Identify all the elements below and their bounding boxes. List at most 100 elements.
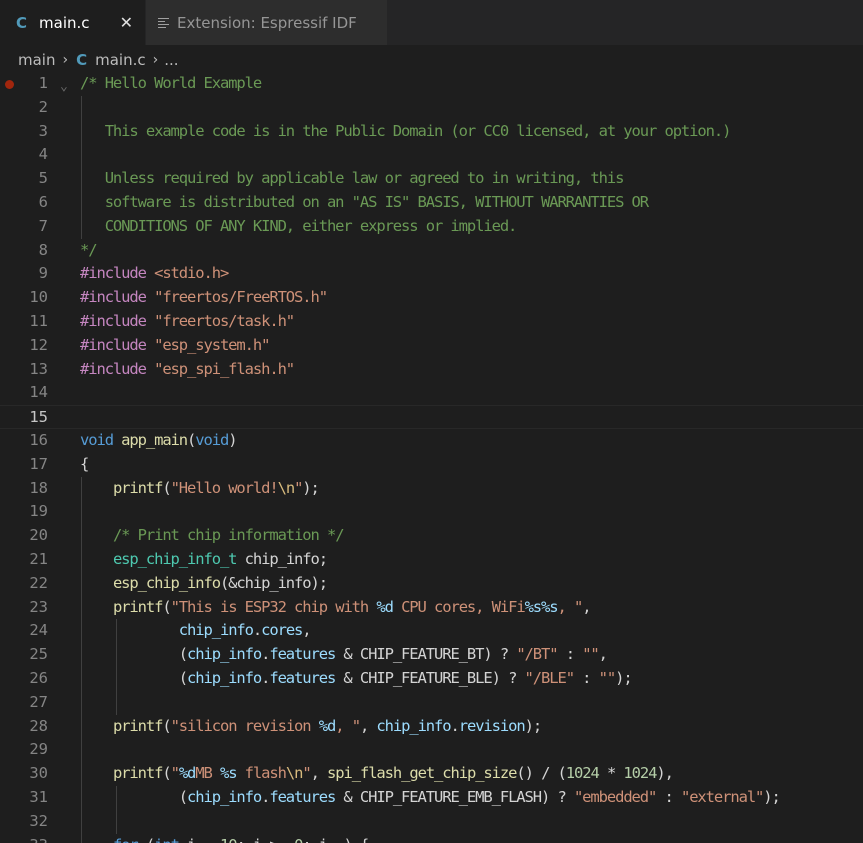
line-number: 22 (29, 573, 48, 592)
code-line[interactable]: 30 printf("%dMB %s flash\n", spi_flash_g… (0, 762, 863, 786)
code-line[interactable]: 15 (0, 405, 863, 429)
tab-label: main.c (39, 13, 90, 32)
code-text: { (80, 454, 89, 473)
tab-extension-espressif-idf[interactable]: Extension: Espressif IDF (146, 0, 388, 45)
line-number: 5 (38, 169, 48, 188)
indent-guide (116, 786, 117, 834)
code-text: CONDITIONS OF ANY KIND, either express o… (80, 216, 518, 235)
code-line[interactable]: 17 { (0, 453, 863, 477)
c-file-icon: C (16, 13, 28, 32)
code-line[interactable]: 6 software is distributed on an "AS IS" … (0, 191, 863, 215)
code-text: #include "esp_system.h" (80, 335, 270, 354)
code-text: (chip_info.features & CHIP_FEATURE_EMB_F… (80, 788, 781, 806)
code-line[interactable]: 27 (0, 691, 863, 715)
line-number: 15 (29, 408, 48, 427)
line-number: 8 (38, 240, 48, 259)
code-line[interactable]: 26 (chip_info.features & CHIP_FEATURE_BL… (0, 667, 863, 691)
tab-main-c[interactable]: C main.c ✕ (0, 0, 146, 45)
line-number: 6 (38, 193, 48, 211)
code-line[interactable]: 31 (chip_info.features & CHIP_FEATURE_EM… (0, 786, 863, 810)
line-number: 33 (0, 834, 48, 843)
line-number: 27 (29, 692, 48, 711)
breadcrumb: main › C main.c › ... (0, 46, 863, 73)
code-text: (chip_info.features & CHIP_FEATURE_BLE) … (80, 669, 633, 687)
line-number: 21 (29, 550, 48, 568)
code-line[interactable]: 12 #include "esp_system.h" (0, 334, 863, 358)
code-line[interactable]: 9 #include <stdio.h> (0, 262, 863, 286)
code-text: printf("%dMB %s flash\n", spi_flash_get_… (112, 764, 674, 783)
code-text: software is distributed on an "AS IS" BA… (80, 193, 649, 211)
code-line[interactable]: 4 (0, 143, 863, 167)
code-line[interactable]: 11 #include "freertos/task.h" (0, 310, 863, 334)
line-number: 32 (29, 811, 48, 830)
line-number: 18 (29, 478, 48, 497)
code-line[interactable]: 7 CONDITIONS OF ANY KIND, either express… (0, 215, 863, 239)
chevron-right-icon: › (152, 51, 159, 68)
indent-guide (81, 95, 82, 239)
line-number: 13 (29, 359, 48, 378)
chevron-right-icon: › (62, 51, 69, 68)
code-line[interactable]: 19 (0, 500, 863, 524)
line-number: 14 (29, 383, 48, 402)
code-text: chip_info.cores, (178, 621, 312, 640)
code-line[interactable]: 5 Unless required by applicable law or a… (0, 167, 863, 191)
line-number: 7 (38, 216, 48, 235)
line-number: 17 (29, 454, 48, 473)
line-number: 26 (29, 669, 48, 687)
breadcrumb-more[interactable]: ... (164, 51, 178, 69)
code-line[interactable]: 14 (0, 381, 863, 405)
line-number: 29 (29, 740, 48, 759)
line-number: 3 (38, 121, 48, 140)
code-line[interactable]: 24 chip_info.cores, (0, 619, 863, 643)
line-number: 12 (29, 335, 48, 354)
code-line[interactable]: 10 #include "freertos/FreeRTOS.h" (0, 286, 863, 310)
code-line[interactable]: 18 printf("Hello world!\n"); (0, 477, 863, 501)
code-text: */ (80, 240, 98, 259)
code-editor[interactable]: ⌄ 1/* Hello World Example 2 3 This example … (0, 72, 863, 843)
code-line[interactable]: 3 This example code is in the Public Dom… (0, 120, 863, 144)
code-line[interactable]: 23 printf("This is ESP32 chip with %d CP… (0, 596, 863, 620)
line-number: 16 (29, 431, 48, 449)
tab-label: Extension: Espressif IDF (177, 13, 357, 32)
code-text: Unless required by applicable law or agr… (80, 169, 625, 188)
code-line[interactable]: 25 (chip_info.features & CHIP_FEATURE_BT… (0, 643, 863, 667)
breadcrumb-file[interactable]: main.c (95, 51, 146, 69)
code-text: #include "freertos/task.h" (80, 312, 295, 330)
line-number: 9 (38, 264, 48, 283)
line-number: 24 (29, 621, 48, 640)
line-number: 20 (29, 526, 48, 545)
line-number: 31 (29, 788, 48, 806)
code-line[interactable]: 32 (0, 810, 863, 834)
code-line[interactable]: 33 for (int i = 10; i >= 0; i--) { (0, 834, 863, 843)
code-line[interactable]: 13 #include "esp_spi_flash.h" (0, 358, 863, 382)
preview-icon (158, 16, 169, 30)
line-number: 28 (29, 716, 48, 735)
line-number: 1 (38, 74, 48, 92)
tab-bar: C main.c ✕ Extension: Espressif IDF (0, 0, 863, 45)
code-line[interactable]: 29 (0, 738, 863, 762)
code-line[interactable]: ⌄ 1/* Hello World Example (0, 72, 863, 96)
code-text: esp_chip_info(&chip_info); (112, 573, 328, 592)
code-text: printf("This is ESP32 chip with %d CPU c… (112, 597, 592, 616)
breadcrumb-folder[interactable]: main (18, 51, 55, 69)
line-number: 25 (29, 645, 48, 664)
line-number: 4 (38, 145, 48, 164)
code-line[interactable]: 28 printf("silicon revision %d, ", chip_… (0, 715, 863, 739)
code-line[interactable]: 21 esp_chip_info_t chip_info; (0, 548, 863, 572)
code-line[interactable]: 16 void app_main(void) (0, 429, 863, 453)
c-file-icon: C (76, 50, 88, 69)
line-number: 10 (29, 288, 48, 307)
code-text: #include "freertos/FreeRTOS.h" (80, 288, 328, 307)
code-line[interactable]: 20 /* Print chip information */ (0, 524, 863, 548)
code-text: for (int i = 10; i >= 0; i--) { (80, 834, 369, 843)
code-text: esp_chip_info_t chip_info; (112, 550, 328, 568)
line-number: 2 (38, 97, 48, 116)
code-line[interactable]: 22 esp_chip_info(&chip_info); (0, 572, 863, 596)
code-line[interactable]: 8 */ (0, 239, 863, 263)
code-text: printf("silicon revision %d, ", chip_inf… (112, 716, 542, 735)
code-line[interactable]: 2 (0, 96, 863, 120)
code-text: void app_main(void) (80, 431, 238, 449)
close-icon[interactable]: ✕ (120, 13, 133, 32)
code-text: /* Print chip information */ (112, 526, 345, 545)
code-text: #include "esp_spi_flash.h" (80, 359, 295, 378)
